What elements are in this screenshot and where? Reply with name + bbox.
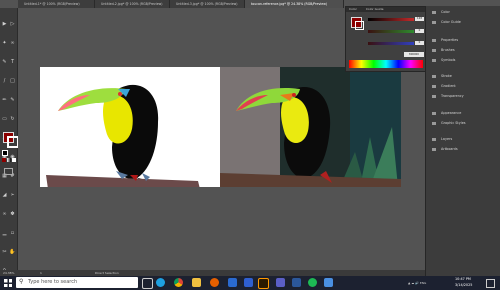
symbols-icon xyxy=(432,59,436,62)
file-explorer-icon[interactable] xyxy=(192,278,201,287)
clock-date[interactable]: 3/14/2025 xyxy=(455,283,472,287)
pencil-icon[interactable]: ✎ xyxy=(9,97,16,104)
type-tool-icon[interactable]: T xyxy=(9,59,16,66)
color-guide-icon xyxy=(432,21,436,24)
panel-appearance[interactable]: Appearance xyxy=(426,109,500,118)
task-view-icon[interactable] xyxy=(142,278,153,289)
gradient-icon xyxy=(432,85,436,88)
screen-mode-icon[interactable] xyxy=(4,168,13,175)
paintbrush-icon[interactable]: ✏ xyxy=(1,97,8,104)
blue-value[interactable]: 0 xyxy=(415,41,424,45)
app-icon-word[interactable] xyxy=(292,278,301,287)
color-mode-icon[interactable] xyxy=(2,158,6,162)
properties-icon xyxy=(432,39,436,42)
column-graph-icon[interactable]: ▁ xyxy=(1,230,8,237)
clock-time[interactable]: 10:47 PM xyxy=(455,277,471,281)
tab-color-guide[interactable]: Color Guide xyxy=(366,7,384,11)
tools-panel: ▶▷ ✦∞ ✎T /□ ✏✎ ▭↻ ⇲≈ ▣◉ ▦# ◢➢ ∞✽ ▁▫ ✂✋ ⚲… xyxy=(0,8,19,276)
stroke-icon xyxy=(432,75,436,78)
line-tool-icon[interactable]: / xyxy=(1,78,8,85)
chrome-icon[interactable] xyxy=(174,278,183,287)
document-tab-bar: Untitled-1* @ 100% (RGB/Preview) Untitle… xyxy=(18,0,344,8)
panel-dock: Color Color Guide Properties Brushes Sym… xyxy=(425,6,500,276)
color-panel: Color Color Guide 128 0 0 800000 xyxy=(345,6,427,72)
color-spectrum[interactable] xyxy=(349,60,423,68)
search-placeholder: Type here to search xyxy=(28,279,78,285)
eraser-icon[interactable]: ▭ xyxy=(1,116,8,123)
magic-wand-icon[interactable]: ✦ xyxy=(1,40,8,47)
panel-properties[interactable]: Properties xyxy=(426,36,500,45)
none-mode-icon[interactable] xyxy=(12,158,16,162)
document-tab[interactable]: Untitled-2.jpg* @ 100% (RGB/Preview) xyxy=(95,0,170,8)
toucan-vector-artwork[interactable] xyxy=(40,67,220,189)
color-panel-tabs: Color Color Guide xyxy=(346,7,426,12)
panel-color[interactable]: Color xyxy=(426,8,500,17)
artboard-tool-icon[interactable]: ▫ xyxy=(9,230,16,237)
panel-color-guide[interactable]: Color Guide xyxy=(426,18,500,27)
panel-gradient[interactable]: Gradient xyxy=(426,82,500,91)
gradient-tool-icon[interactable]: ◢ xyxy=(1,192,8,199)
store-icon[interactable] xyxy=(228,278,237,287)
edge-browser-icon[interactable] xyxy=(156,278,165,287)
green-value[interactable]: 0 xyxy=(415,29,424,33)
blue-slider[interactable] xyxy=(368,42,414,45)
windows-start-icon[interactable] xyxy=(4,279,12,287)
rectangle-tool-icon[interactable]: □ xyxy=(9,78,16,85)
graphic-styles-icon xyxy=(432,122,436,125)
symbol-sprayer-icon[interactable]: ✽ xyxy=(9,211,16,218)
firefox-icon[interactable] xyxy=(210,278,219,287)
default-colors-icon[interactable] xyxy=(2,150,8,156)
red-value[interactable]: 128 xyxy=(415,17,424,21)
search-icon: ⚲ xyxy=(19,278,24,285)
panel-symbols[interactable]: Symbols xyxy=(426,56,500,65)
color-icon xyxy=(432,11,436,14)
artboard-vector[interactable] xyxy=(40,67,220,189)
panel-layers[interactable]: Layers xyxy=(426,135,500,144)
red-slider[interactable] xyxy=(368,18,414,21)
lasso-icon[interactable]: ∞ xyxy=(9,40,16,47)
blend-tool-icon[interactable]: ∞ xyxy=(1,211,8,218)
app-icon-photos[interactable] xyxy=(324,278,333,287)
mail-icon[interactable] xyxy=(244,278,253,287)
stroke-color-swatch[interactable] xyxy=(355,21,364,30)
panel-transparency[interactable]: Transparency xyxy=(426,92,500,101)
taskbar-search[interactable]: ⚲ Type here to search xyxy=(16,277,138,288)
toucan-photo-reference xyxy=(220,67,401,187)
notification-icon[interactable] xyxy=(486,279,495,288)
panel-graphic-styles[interactable]: Graphic Styles xyxy=(426,119,500,128)
transparency-icon xyxy=(432,95,436,98)
selection-tool-icon[interactable]: ▶ xyxy=(1,21,8,28)
system-tray[interactable]: ▲ ☁ 🔊 ENG xyxy=(408,279,448,287)
tab-color[interactable]: Color xyxy=(349,7,357,11)
app-icon-spotify[interactable] xyxy=(308,278,317,287)
layers-icon xyxy=(432,138,436,141)
rotate-tool-icon[interactable]: ↻ xyxy=(9,116,16,123)
appearance-icon xyxy=(432,112,436,115)
panel-brushes[interactable]: Brushes xyxy=(426,46,500,55)
slice-tool-icon[interactable]: ✂ xyxy=(1,249,8,256)
green-slider[interactable] xyxy=(368,30,414,33)
illustrator-icon[interactable] xyxy=(258,278,269,289)
hex-field[interactable]: 800000 xyxy=(404,52,424,57)
panel-stroke[interactable]: Stroke xyxy=(426,72,500,81)
gradient-mode-icon[interactable] xyxy=(7,158,11,162)
document-tab-active[interactable]: toucan-reference.jpg* @ 24.38% (RGB/Prev… xyxy=(245,0,344,8)
eyedropper-icon[interactable]: ➢ xyxy=(9,192,16,199)
direct-selection-tool-icon[interactable]: ▷ xyxy=(9,21,16,28)
app-icon-teams[interactable] xyxy=(276,278,285,287)
artboard-photo[interactable] xyxy=(220,67,401,187)
pen-tool-icon[interactable]: ✎ xyxy=(1,59,8,66)
hand-tool-icon[interactable]: ✋ xyxy=(9,249,16,256)
document-tab[interactable]: Untitled-3.jpg* @ 100% (RGB/Preview) xyxy=(170,0,245,8)
document-tab[interactable]: Untitled-1* @ 100% (RGB/Preview) xyxy=(18,0,95,8)
panel-artboards[interactable]: Artboards xyxy=(426,145,500,154)
artboards-icon xyxy=(432,148,436,151)
brushes-icon xyxy=(432,49,436,52)
